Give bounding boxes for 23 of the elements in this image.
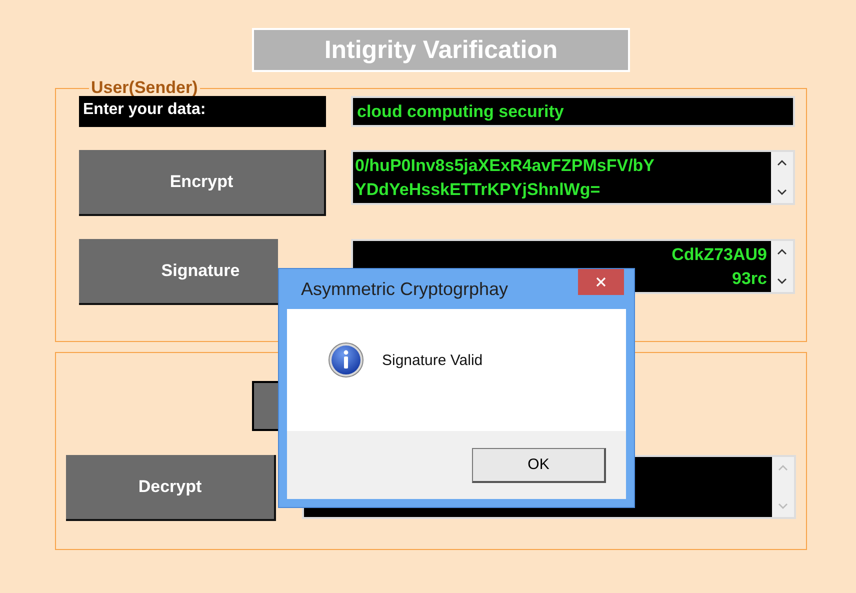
output-text-line: 0/huP0Inv8s5jaXExR4avFZPMsFV/bY xyxy=(355,155,655,177)
data-input-field[interactable]: cloud computing security xyxy=(351,96,795,127)
info-icon xyxy=(328,342,364,378)
app-title: Intigrity Varification xyxy=(252,28,630,72)
close-button[interactable] xyxy=(578,269,624,295)
scroll-down-icon[interactable] xyxy=(777,189,787,195)
encrypt-button[interactable]: Encrypt xyxy=(79,150,326,216)
scroll-up-icon[interactable] xyxy=(777,249,787,255)
scroll-down-icon[interactable] xyxy=(777,278,787,284)
scroll-up-icon[interactable] xyxy=(777,160,787,166)
scrollbar[interactable] xyxy=(771,241,793,292)
close-icon xyxy=(596,277,606,287)
decrypt-button[interactable]: Decrypt xyxy=(66,455,276,521)
scrollbar[interactable] xyxy=(771,152,793,203)
output-text-area[interactable]: 0/huP0Inv8s5jaXExR4avFZPMsFV/bY YDdYeHsskETTrKPYjShnlWg= xyxy=(351,150,795,205)
ok-button[interactable]: OK xyxy=(472,448,606,482)
output-text-line: 93rc xyxy=(732,268,767,290)
output-text-line: CdkZ73AU9 xyxy=(672,244,767,266)
group-legend: User(Sender) xyxy=(89,78,200,98)
input-label: Enter your data: xyxy=(79,96,326,127)
signature-button[interactable]: Signature xyxy=(79,239,278,305)
dialog-message: Signature Valid xyxy=(382,352,483,368)
output-text-line: YDdYeHsskETTrKPYjShnlWg= xyxy=(355,179,600,201)
